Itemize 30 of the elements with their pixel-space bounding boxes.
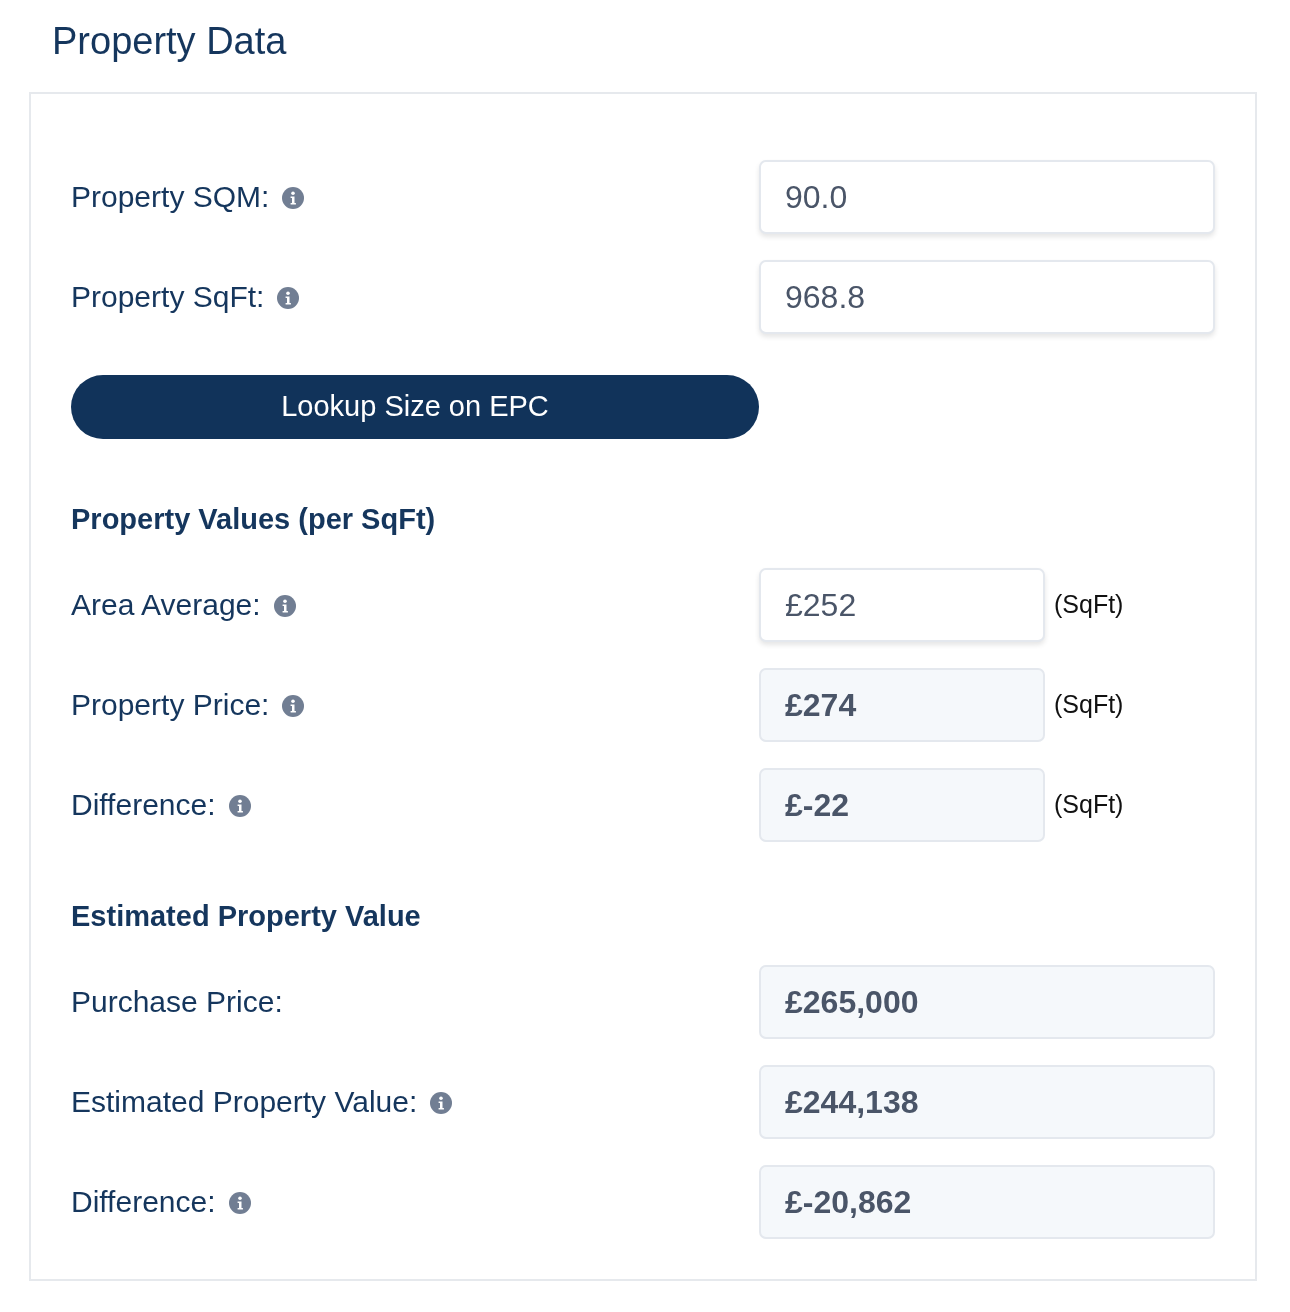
section-heading: Estimated Property Value [71,899,421,934]
input-field[interactable]: £265,000 [759,965,1215,1039]
info-icon[interactable] [430,1092,453,1114]
unit-label: (SqFt) [1054,689,1124,721]
info-icon[interactable] [228,1192,251,1214]
field-label: Difference: [71,1184,216,1220]
field-label: Property SqFt: [71,279,265,315]
page-title: Property Data [52,19,287,64]
info-icon[interactable] [282,695,305,717]
section-heading: Property Values (per SqFt) [71,502,436,537]
input-field[interactable]: £244,138 [759,1065,1215,1139]
field-label: Estimated Property Value: [71,1084,418,1120]
field-label: Purchase Price: [71,984,283,1020]
input-field[interactable]: 90.0 [759,160,1215,234]
field-label: Difference: [71,787,216,823]
field-label: Property SQM: [71,179,270,215]
input-field[interactable]: £-22 [759,768,1045,842]
input-field[interactable]: £-20,862 [759,1165,1215,1239]
info-icon[interactable] [277,287,300,309]
info-icon[interactable] [282,187,305,209]
field-label: Property Price: [71,687,270,723]
input-field[interactable]: £274 [759,668,1045,742]
input-field[interactable]: 968.8 [759,260,1215,334]
unit-label: (SqFt) [1054,789,1124,821]
input-field[interactable]: £252 [759,568,1045,642]
unit-label: (SqFt) [1054,589,1124,621]
info-icon[interactable] [228,795,251,817]
info-icon[interactable] [273,595,296,617]
lookup-button[interactable]: Lookup Size on EPC [71,375,759,439]
field-label: Area Average: [71,587,261,623]
